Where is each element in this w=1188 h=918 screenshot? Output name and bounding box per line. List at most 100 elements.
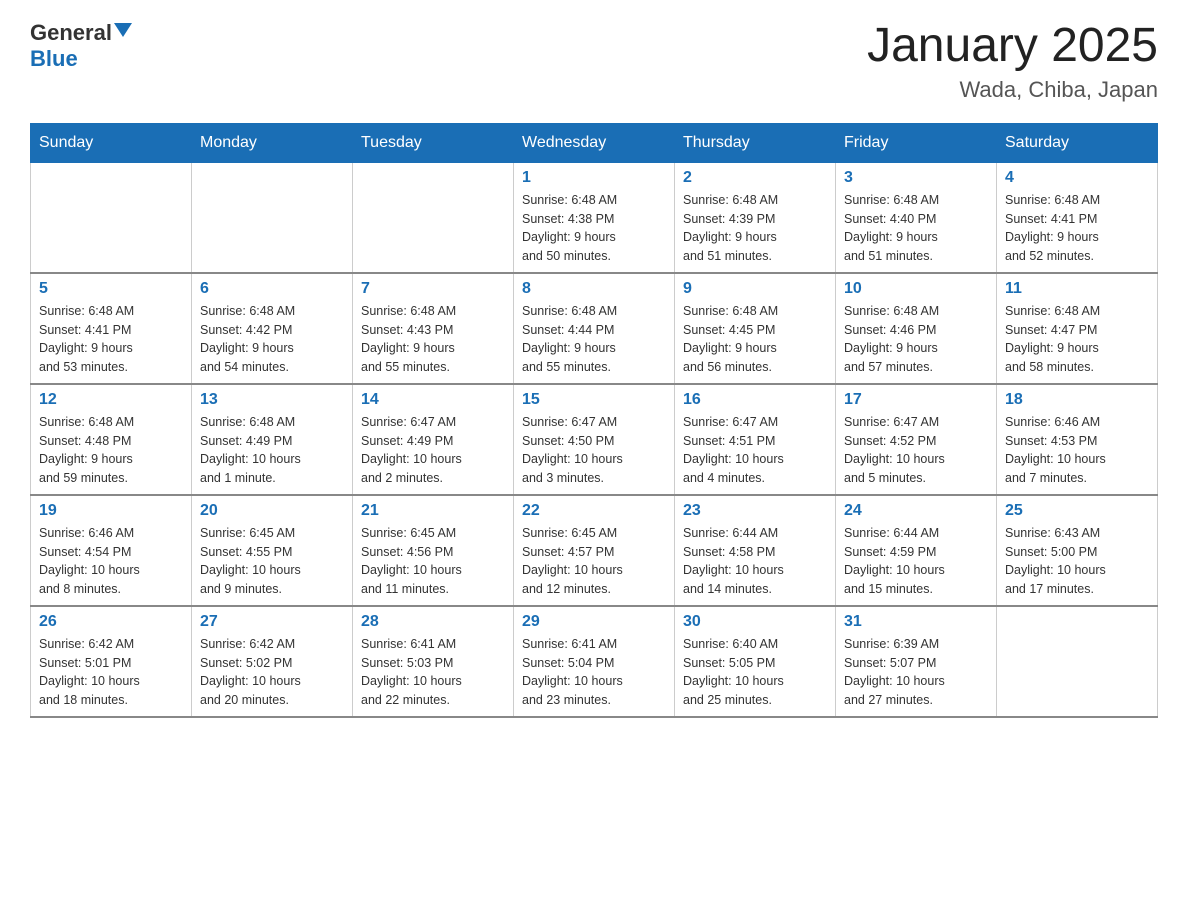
calendar-title: January 2025 — [867, 20, 1158, 73]
day-number: 7 — [361, 280, 505, 298]
day-detail: Sunrise: 6:40 AMSunset: 5:05 PMDaylight:… — [683, 635, 827, 710]
calendar-week-row: 19 Sunrise: 6:46 AMSunset: 4:54 PMDayligh… — [31, 495, 1158, 606]
day-detail: Sunrise: 6:48 AMSunset: 4:49 PMDaylight:… — [200, 413, 344, 488]
day-number: 3 — [844, 169, 988, 187]
day-number: 2 — [683, 169, 827, 187]
day-number: 22 — [522, 502, 666, 520]
day-detail: Sunrise: 6:48 AMSunset: 4:38 PMDaylight:… — [522, 191, 666, 266]
day-number: 6 — [200, 280, 344, 298]
calendar-week-row: 1 Sunrise: 6:48 AMSunset: 4:38 PMDaylight… — [31, 162, 1158, 273]
table-row: 6 Sunrise: 6:48 AMSunset: 4:42 PMDaylight… — [192, 273, 353, 384]
day-number: 20 — [200, 502, 344, 520]
day-detail: Sunrise: 6:48 AMSunset: 4:46 PMDaylight:… — [844, 302, 988, 377]
day-number: 15 — [522, 391, 666, 409]
day-number: 26 — [39, 613, 183, 631]
table-row: 8Sunrise: 6:48 AMSunset: 4:44 PMDaylight… — [514, 273, 675, 384]
page-header: General Blue January 2025 Wada, Chiba, J… — [30, 20, 1158, 103]
calendar-week-row: 12 Sunrise: 6:48 AMSunset: 4:48 PMDayligh… — [31, 384, 1158, 495]
table-row: 7 Sunrise: 6:48 AMSunset: 4:43 PMDaylight… — [353, 273, 514, 384]
col-thursday: Thursday — [675, 123, 836, 162]
day-number: 1 — [522, 169, 666, 187]
logo-general: General — [30, 20, 112, 46]
day-number: 17 — [844, 391, 988, 409]
day-number: 4 — [1005, 169, 1149, 187]
calendar-week-row: 5Sunrise: 6:48 AMSunset: 4:41 PMDaylight… — [31, 273, 1158, 384]
day-detail: Sunrise: 6:48 AMSunset: 4:40 PMDaylight:… — [844, 191, 988, 266]
table-row: 14 Sunrise: 6:47 AMSunset: 4:49 PMDayligh… — [353, 384, 514, 495]
day-number: 24 — [844, 502, 988, 520]
col-sunday: Sunday — [31, 123, 192, 162]
day-number: 19 — [39, 502, 183, 520]
logo-blue: Blue — [30, 46, 78, 72]
day-detail: Sunrise: 6:47 AMSunset: 4:49 PMDaylight:… — [361, 413, 505, 488]
day-detail: Sunrise: 6:41 AMSunset: 5:03 PMDaylight:… — [361, 635, 505, 710]
day-number: 10 — [844, 280, 988, 298]
day-detail: Sunrise: 6:48 AMSunset: 4:43 PMDaylight:… — [361, 302, 505, 377]
calendar-week-row: 26 Sunrise: 6:42 AMSunset: 5:01 PMDayligh… — [31, 606, 1158, 717]
day-detail: Sunrise: 6:44 AMSunset: 4:58 PMDaylight:… — [683, 524, 827, 599]
day-number: 9 — [683, 280, 827, 298]
table-row: 9 Sunrise: 6:48 AMSunset: 4:45 PMDaylight… — [675, 273, 836, 384]
day-detail: Sunrise: 6:48 AMSunset: 4:47 PMDaylight:… — [1005, 302, 1149, 377]
day-detail: Sunrise: 6:42 AMSunset: 5:01 PMDaylight:… — [39, 635, 183, 710]
day-number: 14 — [361, 391, 505, 409]
day-detail: Sunrise: 6:46 AMSunset: 4:54 PMDaylight:… — [39, 524, 183, 599]
table-row — [31, 162, 192, 273]
day-detail: Sunrise: 6:48 AMSunset: 4:48 PMDaylight:… — [39, 413, 183, 488]
logo: General Blue — [30, 20, 132, 72]
table-row: 10 Sunrise: 6:48 AMSunset: 4:46 PMDayligh… — [836, 273, 997, 384]
day-number: 23 — [683, 502, 827, 520]
day-detail: Sunrise: 6:48 AMSunset: 4:41 PMDaylight:… — [1005, 191, 1149, 266]
table-row — [997, 606, 1158, 717]
day-detail: Sunrise: 6:48 AMSunset: 4:45 PMDaylight:… — [683, 302, 827, 377]
col-wednesday: Wednesday — [514, 123, 675, 162]
day-detail: Sunrise: 6:45 AMSunset: 4:56 PMDaylight:… — [361, 524, 505, 599]
day-detail: Sunrise: 6:47 AMSunset: 4:50 PMDaylight:… — [522, 413, 666, 488]
title-section: January 2025 Wada, Chiba, Japan — [867, 20, 1158, 103]
table-row: 12 Sunrise: 6:48 AMSunset: 4:48 PMDayligh… — [31, 384, 192, 495]
table-row: 15 Sunrise: 6:47 AMSunset: 4:50 PMDayligh… — [514, 384, 675, 495]
table-row: 18 Sunrise: 6:46 AMSunset: 4:53 PMDayligh… — [997, 384, 1158, 495]
day-number: 18 — [1005, 391, 1149, 409]
day-detail: Sunrise: 6:47 AMSunset: 4:51 PMDaylight:… — [683, 413, 827, 488]
table-row: 2 Sunrise: 6:48 AMSunset: 4:39 PMDaylight… — [675, 162, 836, 273]
day-detail: Sunrise: 6:39 AMSunset: 5:07 PMDaylight:… — [844, 635, 988, 710]
table-row: 20Sunrise: 6:45 AMSunset: 4:55 PMDayligh… — [192, 495, 353, 606]
table-row: 22 Sunrise: 6:45 AMSunset: 4:57 PMDayligh… — [514, 495, 675, 606]
day-number: 30 — [683, 613, 827, 631]
table-row: 29 Sunrise: 6:41 AMSunset: 5:04 PMDayligh… — [514, 606, 675, 717]
table-row: 25Sunrise: 6:43 AMSunset: 5:00 PMDayligh… — [997, 495, 1158, 606]
day-detail: Sunrise: 6:46 AMSunset: 4:53 PMDaylight:… — [1005, 413, 1149, 488]
table-row — [353, 162, 514, 273]
day-number: 31 — [844, 613, 988, 631]
day-detail: Sunrise: 6:45 AMSunset: 4:57 PMDaylight:… — [522, 524, 666, 599]
table-row: 31 Sunrise: 6:39 AMSunset: 5:07 PMDayligh… — [836, 606, 997, 717]
day-number: 16 — [683, 391, 827, 409]
day-detail: Sunrise: 6:41 AMSunset: 5:04 PMDaylight:… — [522, 635, 666, 710]
day-number: 13 — [200, 391, 344, 409]
table-row: 23 Sunrise: 6:44 AMSunset: 4:58 PMDayligh… — [675, 495, 836, 606]
day-detail: Sunrise: 6:48 AMSunset: 4:44 PMDaylight:… — [522, 302, 666, 377]
day-detail: Sunrise: 6:48 AMSunset: 4:39 PMDaylight:… — [683, 191, 827, 266]
day-number: 12 — [39, 391, 183, 409]
col-friday: Friday — [836, 123, 997, 162]
day-number: 27 — [200, 613, 344, 631]
day-detail: Sunrise: 6:42 AMSunset: 5:02 PMDaylight:… — [200, 635, 344, 710]
day-detail: Sunrise: 6:48 AMSunset: 4:41 PMDaylight:… — [39, 302, 183, 377]
day-detail: Sunrise: 6:44 AMSunset: 4:59 PMDaylight:… — [844, 524, 988, 599]
calendar-subtitle: Wada, Chiba, Japan — [867, 77, 1158, 103]
table-row: 21Sunrise: 6:45 AMSunset: 4:56 PMDayligh… — [353, 495, 514, 606]
table-row: 11Sunrise: 6:48 AMSunset: 4:47 PMDayligh… — [997, 273, 1158, 384]
day-detail: Sunrise: 6:47 AMSunset: 4:52 PMDaylight:… — [844, 413, 988, 488]
day-number: 29 — [522, 613, 666, 631]
day-number: 28 — [361, 613, 505, 631]
col-saturday: Saturday — [997, 123, 1158, 162]
day-number: 25 — [1005, 502, 1149, 520]
day-detail: Sunrise: 6:48 AMSunset: 4:42 PMDaylight:… — [200, 302, 344, 377]
table-row: 16 Sunrise: 6:47 AMSunset: 4:51 PMDayligh… — [675, 384, 836, 495]
table-row: 30 Sunrise: 6:40 AMSunset: 5:05 PMDayligh… — [675, 606, 836, 717]
table-row: 4 Sunrise: 6:48 AMSunset: 4:41 PMDaylight… — [997, 162, 1158, 273]
col-tuesday: Tuesday — [353, 123, 514, 162]
table-row: 1 Sunrise: 6:48 AMSunset: 4:38 PMDaylight… — [514, 162, 675, 273]
table-row: 5Sunrise: 6:48 AMSunset: 4:41 PMDaylight… — [31, 273, 192, 384]
